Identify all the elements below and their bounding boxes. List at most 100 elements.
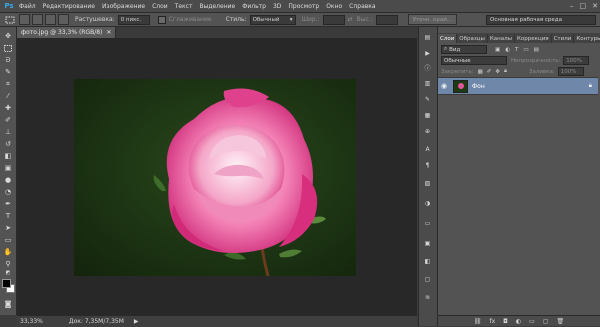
menu-text[interactable]: Текст (175, 3, 193, 10)
antialias-checkbox[interactable] (157, 15, 166, 24)
new-layer-icon[interactable]: ▢ (543, 318, 549, 325)
menu-window[interactable]: Окно (326, 3, 342, 10)
filter-shape-icon[interactable]: ▭ (523, 47, 528, 53)
style-select[interactable]: Обычный ▾ (249, 14, 296, 25)
canvas-area[interactable] (17, 38, 417, 315)
clone-source-icon[interactable]: ⊕ (422, 127, 433, 136)
eyedropper-tool-icon[interactable]: ⁄ (2, 91, 14, 101)
paragraph-panel-icon[interactable]: ¶ (422, 161, 433, 170)
document-tab[interactable]: фото.jpg @ 33,3% (RGB/8) ✕ (17, 27, 117, 38)
kind-filter-select[interactable]: ⌕ Вид (441, 45, 487, 54)
visibility-eye-icon[interactable]: ◉ (438, 82, 450, 90)
quick-selection-tool-icon[interactable]: ✎ (2, 67, 14, 77)
lock-position-icon[interactable]: ✥ (495, 69, 500, 75)
filter-type-icon[interactable]: T (515, 47, 518, 53)
rose-photo[interactable] (74, 79, 356, 276)
refine-edge-button[interactable]: Уточн. край... (407, 14, 458, 25)
type-tool-icon[interactable]: T (2, 211, 14, 221)
fx-icon[interactable]: fx (489, 318, 495, 325)
tab-paths[interactable]: Контуры (574, 34, 600, 43)
clone-stamp-tool-icon[interactable]: ⊥ (2, 127, 14, 137)
eraser-tool-icon[interactable]: ◧ (2, 151, 14, 161)
width-input[interactable] (322, 14, 345, 25)
menu-layers[interactable]: Слои (152, 3, 168, 10)
hand-tool-icon[interactable]: ✋ (2, 247, 14, 257)
histogram-panel-icon[interactable]: ≋ (422, 293, 433, 302)
tab-styles[interactable]: Стили (552, 34, 575, 43)
adjustment-icon[interactable]: ◐ (516, 318, 521, 325)
blend-mode-select[interactable]: Обычные (441, 56, 507, 65)
lock-transparent-icon[interactable]: ▦ (478, 69, 483, 75)
tool-presets-icon[interactable]: ▧ (422, 179, 433, 188)
menu-file[interactable]: Файл (19, 3, 36, 10)
marquee-tool-preset-icon[interactable] (3, 15, 17, 25)
maximize-icon[interactable]: □ (580, 2, 587, 10)
tab-layers[interactable]: Слои (438, 34, 458, 43)
zoom-tool-icon[interactable]: ⚲ (2, 259, 14, 269)
mask-icon[interactable]: ◘ (503, 318, 508, 325)
opacity-input[interactable]: 100% (563, 56, 590, 65)
filter-pixel-icon[interactable]: ▣ (495, 47, 500, 53)
psd-panel-icon[interactable]: ▣ (422, 239, 433, 248)
brush-tool-icon[interactable]: ✐ (2, 115, 14, 125)
blur-tool-icon[interactable]: ● (2, 175, 14, 185)
filter-adjustment-icon[interactable]: ◐ (505, 47, 510, 53)
workspace-select[interactable]: Основная рабочая среда (486, 15, 596, 25)
trash-icon[interactable]: 🗑︎ (557, 318, 565, 325)
lock-all-icon[interactable]: 🔒︎ (504, 68, 507, 75)
lasso-tool-icon[interactable]: ᘐ (2, 55, 14, 65)
crop-tool-icon[interactable]: ⌗ (2, 79, 14, 89)
marquee-tool-icon[interactable] (2, 43, 14, 53)
move-tool-icon[interactable]: ✥ (2, 31, 14, 41)
layer-row[interactable]: ◉ Фон 🔒︎ (438, 77, 598, 95)
tab-channels[interactable]: Каналы (488, 34, 515, 43)
navigator-panel-icon[interactable]: ◧ (422, 257, 433, 266)
folder-icon[interactable]: ▭ (529, 318, 535, 325)
color-panel-icon[interactable]: ◑ (422, 199, 433, 208)
minimize-icon[interactable]: – (570, 2, 574, 10)
path-selection-tool-icon[interactable]: ➤ (2, 223, 14, 233)
menu-filter[interactable]: Фильтр (242, 3, 266, 10)
menu-edit[interactable]: Редактирование (43, 3, 95, 10)
properties-panel-icon[interactable]: ⓘ (422, 63, 433, 72)
close-tab-icon[interactable]: ✕ (106, 29, 111, 36)
pen-tool-icon[interactable]: ✒ (2, 199, 14, 209)
dodge-tool-icon[interactable]: ◔ (2, 187, 14, 197)
history-brush-tool-icon[interactable]: ↺ (2, 139, 14, 149)
close-icon[interactable]: ✕ (592, 2, 598, 10)
layer-comps-icon[interactable]: ▢ (422, 275, 433, 284)
info-panel-icon[interactable]: ▥ (422, 79, 433, 88)
default-colors-icon[interactable]: ◩ (2, 270, 14, 276)
swap-icon[interactable]: ⇄ (348, 16, 353, 23)
menu-3d[interactable]: 3D (273, 3, 281, 10)
status-menu-arrow-icon[interactable]: ▶ (131, 318, 142, 325)
brush-panel-icon[interactable]: ✎ (422, 95, 433, 104)
lock-pixels-icon[interactable]: ✐ (487, 69, 492, 75)
filter-smart-icon[interactable]: ▤ (534, 47, 539, 53)
tab-swatches[interactable]: Образцы (457, 34, 488, 43)
add-to-selection-icon[interactable] (32, 14, 43, 25)
fill-input[interactable]: 100% (557, 67, 584, 76)
history-panel-icon[interactable]: ▤ (422, 33, 433, 42)
tab-adjustments[interactable]: Коррекция (515, 34, 552, 43)
character-panel-icon[interactable]: A (422, 145, 433, 154)
healing-brush-tool-icon[interactable]: ✚ (2, 103, 14, 113)
rectangle-tool-icon[interactable]: ▭ (2, 235, 14, 245)
menu-view[interactable]: Просмотр (288, 3, 319, 10)
gradient-tool-icon[interactable]: ▣ (2, 163, 14, 173)
brush-presets-icon[interactable]: ▦ (422, 111, 433, 120)
menu-image[interactable]: Изображение (102, 3, 145, 10)
new-selection-icon[interactable] (19, 14, 30, 25)
height-input[interactable] (375, 14, 398, 25)
menu-select[interactable]: Выделение (199, 3, 235, 10)
link-icon[interactable]: ⛓ (474, 318, 482, 325)
color-swatches[interactable] (2, 279, 15, 293)
feather-input[interactable]: 0 пикс. (117, 14, 150, 25)
actions-panel-icon[interactable]: ▶ (422, 49, 433, 58)
subtract-selection-icon[interactable] (45, 14, 56, 25)
quick-mask-icon[interactable]: ◙ (2, 299, 14, 309)
zoom-level[interactable]: 33,33% (17, 318, 46, 325)
menu-help[interactable]: Справка (349, 3, 375, 10)
notes-panel-icon[interactable]: ▭ (422, 219, 433, 228)
intersect-selection-icon[interactable] (58, 14, 69, 25)
